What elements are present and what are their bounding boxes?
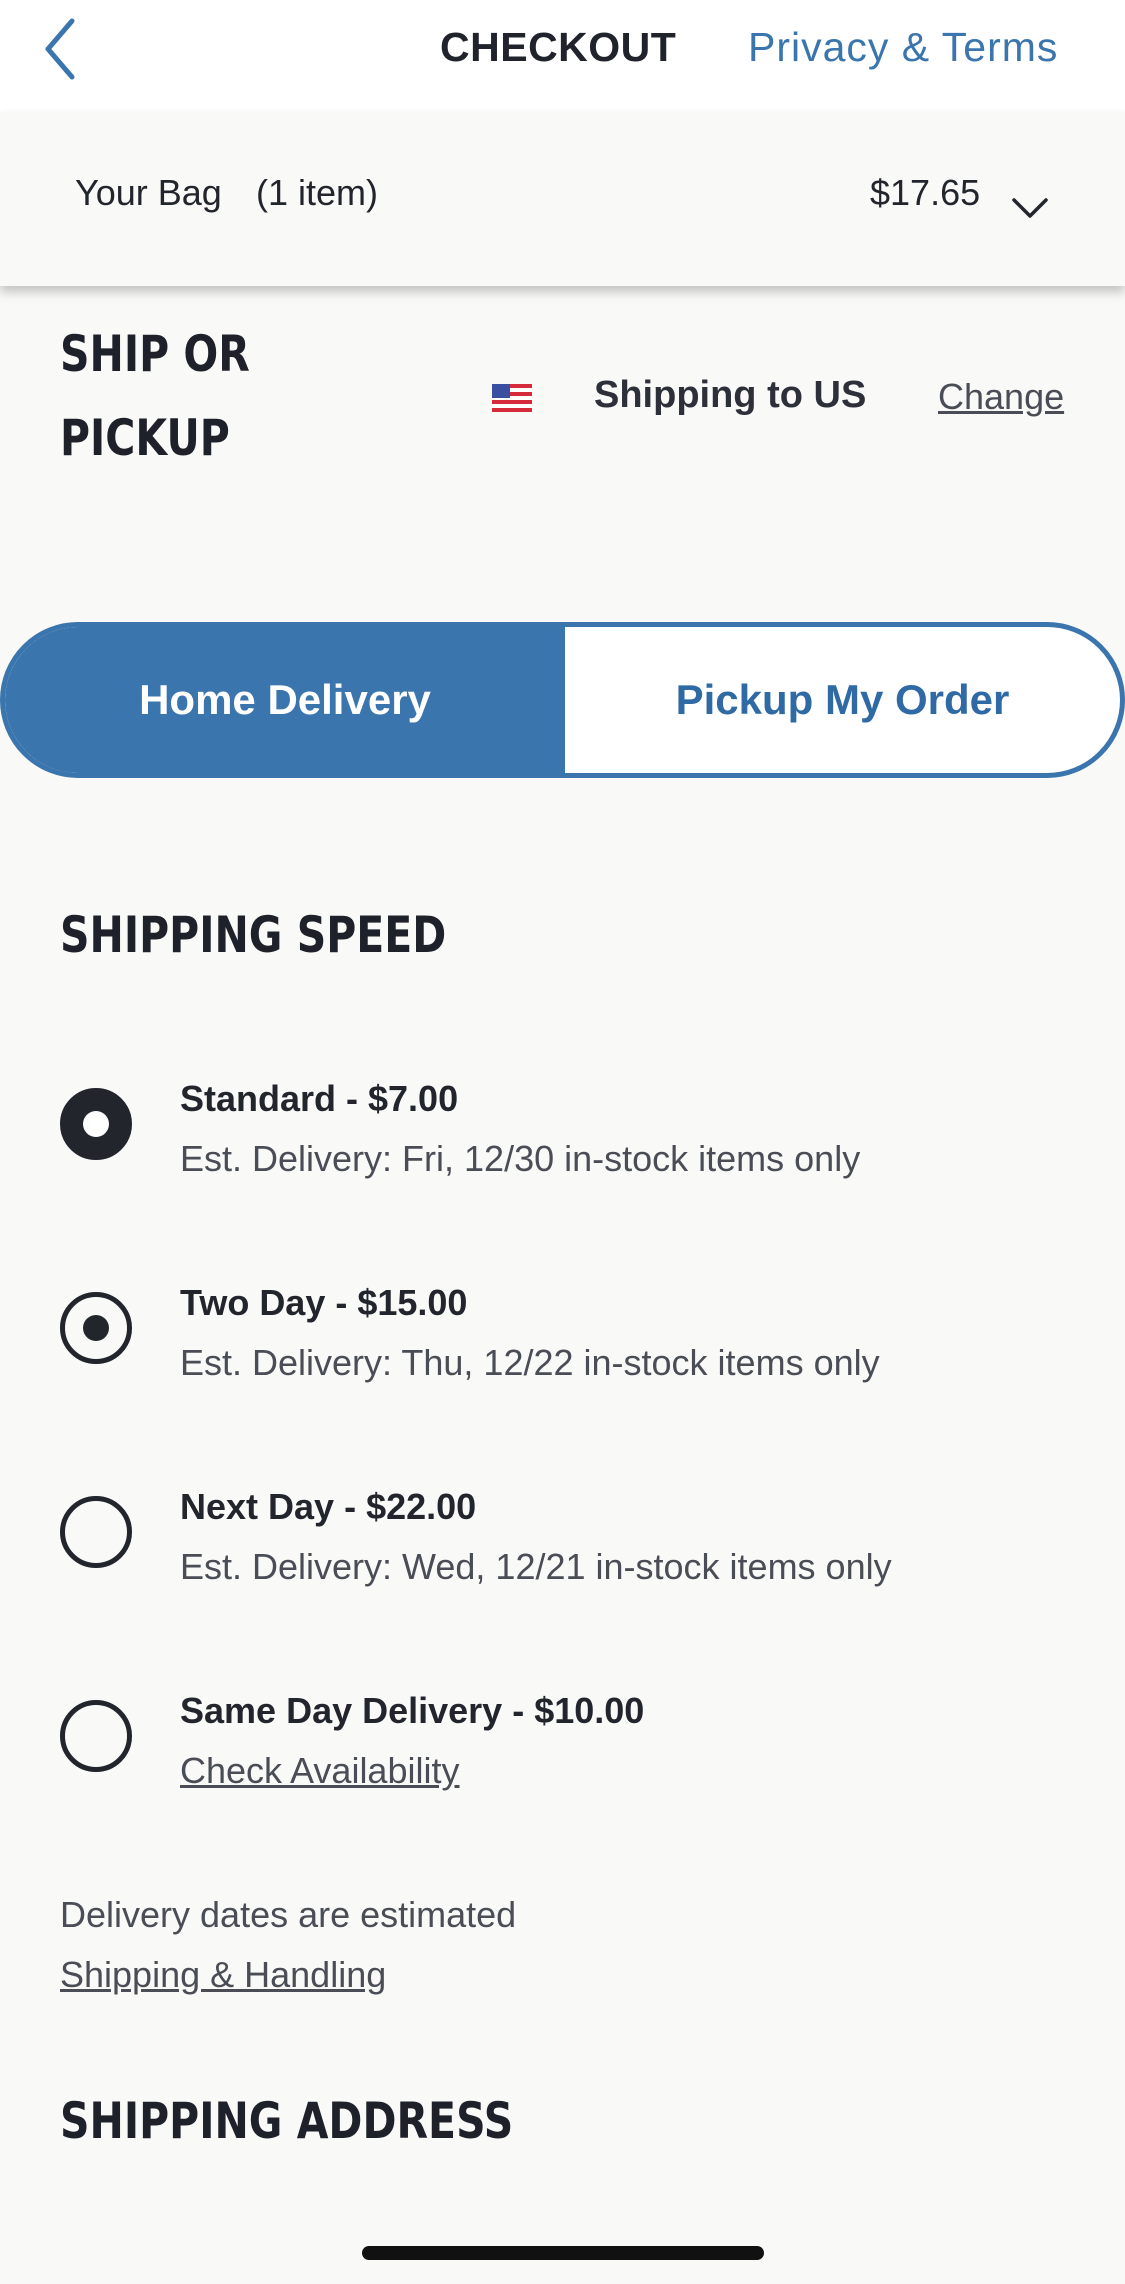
home-delivery-tab[interactable]: Home Delivery bbox=[5, 627, 565, 773]
chevron-down-icon bbox=[1012, 198, 1048, 218]
chevron-left-icon bbox=[45, 18, 75, 80]
check-availability-link[interactable]: Check Availability bbox=[180, 1750, 459, 1792]
bag-total: $17.65 bbox=[870, 172, 981, 213]
radio-same-day[interactable] bbox=[60, 1700, 132, 1772]
radio-dot bbox=[83, 1111, 109, 1137]
option-title: Next Day - $22.00 bbox=[180, 1486, 477, 1527]
radio-two-day[interactable] bbox=[60, 1292, 132, 1364]
shipping-address-heading: SHIPPING ADDRESS bbox=[60, 2092, 514, 2150]
change-country-link[interactable]: Change bbox=[938, 376, 1064, 418]
pickup-order-tab[interactable]: Pickup My Order bbox=[565, 627, 1120, 773]
shipping-speed-heading: SHIPPING SPEED bbox=[60, 906, 447, 964]
shipping-option-standard[interactable]: Standard - $7.00 Est. Delivery: Fri, 12/… bbox=[0, 1070, 1125, 1220]
option-subtitle: Est. Delivery: Thu, 12/22 in-stock items… bbox=[180, 1342, 880, 1383]
option-title: Two Day - $15.00 bbox=[180, 1282, 468, 1323]
radio-standard[interactable] bbox=[60, 1088, 132, 1160]
top-navigation-bar: CHECKOUT Privacy & Terms bbox=[0, 0, 1125, 112]
option-subtitle: Est. Delivery: Wed, 12/21 in-stock items… bbox=[180, 1546, 892, 1587]
delivery-method-toggle: Home Delivery Pickup My Order bbox=[0, 622, 1125, 778]
bag-item-count: (1 item) bbox=[256, 172, 379, 213]
ship-or-pickup-heading-line2: PICKUP bbox=[60, 409, 230, 467]
shipping-option-same-day[interactable]: Same Day Delivery - $10.00 Check Availab… bbox=[0, 1682, 1125, 1832]
shipping-option-next-day[interactable]: Next Day - $22.00 Est. Delivery: Wed, 12… bbox=[0, 1478, 1125, 1628]
option-title: Same Day Delivery - $10.00 bbox=[180, 1690, 645, 1731]
option-title: Standard - $7.00 bbox=[180, 1078, 459, 1119]
back-button[interactable] bbox=[30, 14, 90, 84]
shipping-destination: Shipping to US bbox=[594, 374, 867, 416]
shipping-option-two-day[interactable]: Two Day - $15.00 Est. Delivery: Thu, 12/… bbox=[0, 1274, 1125, 1424]
option-subtitle: Est. Delivery: Fri, 12/30 in-stock items… bbox=[180, 1138, 861, 1179]
ship-or-pickup-heading-line1: SHIP OR bbox=[60, 325, 250, 383]
privacy-terms-link[interactable]: Privacy & Terms bbox=[748, 24, 1058, 71]
ship-or-pickup-heading: SHIP OR PICKUP bbox=[60, 312, 250, 480]
radio-next-day[interactable] bbox=[60, 1496, 132, 1568]
us-flag-icon bbox=[492, 384, 532, 412]
delivery-estimate-note: Delivery dates are estimated bbox=[60, 1894, 517, 1935]
bag-label: Your Bag bbox=[75, 172, 222, 213]
bag-summary-bar[interactable]: Your Bag (1 item) $17.65 bbox=[0, 112, 1125, 286]
bag-expand-button[interactable] bbox=[990, 152, 1070, 242]
radio-dot bbox=[83, 1315, 109, 1341]
home-indicator[interactable] bbox=[362, 2246, 764, 2260]
shipping-handling-link[interactable]: Shipping & Handling bbox=[60, 1954, 386, 1996]
page-title: CHECKOUT bbox=[440, 24, 677, 70]
